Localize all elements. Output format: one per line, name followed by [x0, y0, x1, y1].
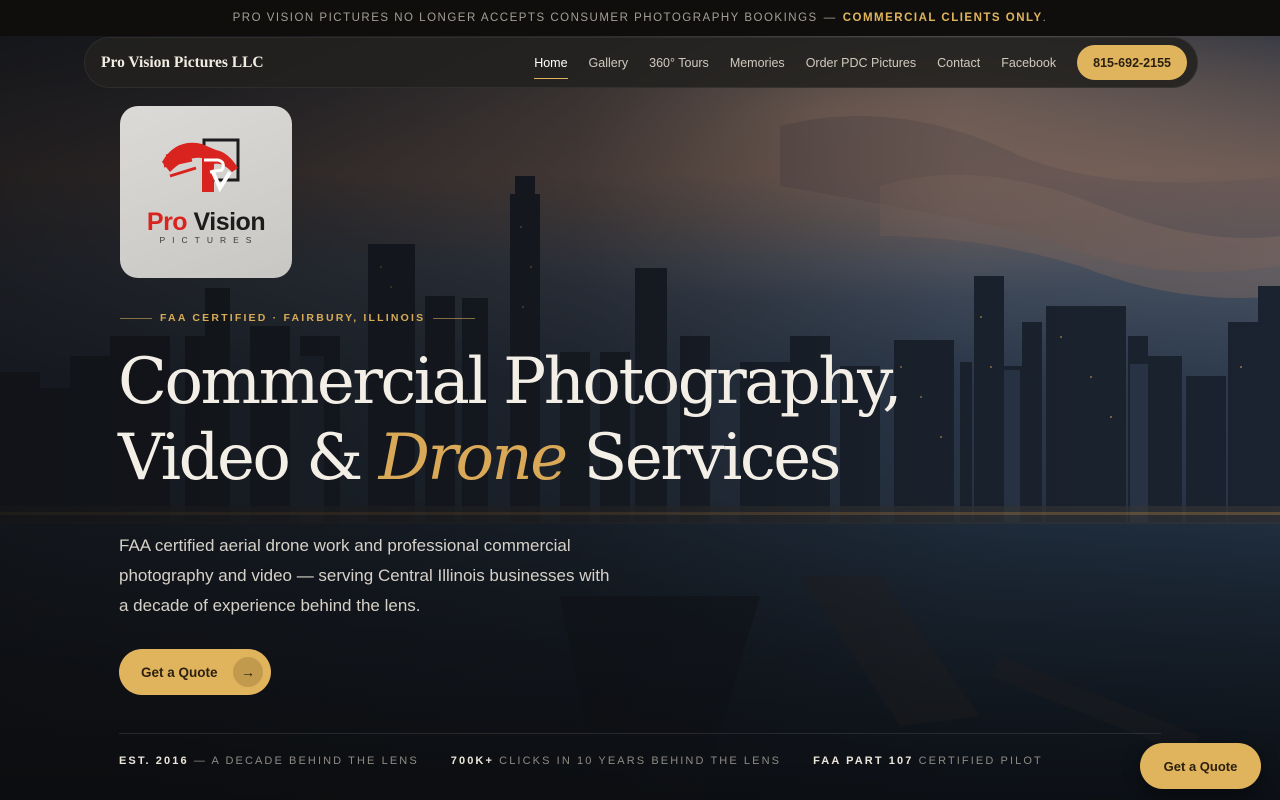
hero-eyebrow: FAA CERTIFIED · FAIRBURY, ILLINOIS	[120, 312, 476, 324]
phone-button[interactable]: 815-692-2155	[1077, 45, 1187, 80]
announcement-text: PRO VISION PICTURES NO LONGER ACCEPTS CO…	[232, 12, 818, 24]
nav-360-tours[interactable]: 360° Tours	[649, 52, 709, 74]
headline-line-2a: Video &	[118, 421, 379, 495]
logo-mark-icon	[162, 138, 240, 192]
announcement-highlight: COMMERCIAL CLIENTS ONLY	[842, 12, 1043, 24]
eyebrow-text: FAA CERTIFIED · FAIRBURY, ILLINOIS	[160, 312, 426, 324]
logo-word-dark: Vision	[193, 207, 266, 236]
eyebrow-line-right	[433, 317, 476, 319]
stat-clicks: 700K+ CLICKS IN 10 YEARS BEHIND THE LENS	[451, 755, 781, 767]
get-quote-button[interactable]: Get a Quote →	[119, 649, 271, 695]
announcement-separator: —	[823, 12, 837, 24]
stats-divider	[119, 733, 1161, 734]
hero-description: FAA certified aerial drone work and prof…	[119, 536, 610, 615]
nav-contact[interactable]: Contact	[937, 52, 980, 74]
nav-gallery[interactable]: Gallery	[589, 52, 629, 74]
nav-memories[interactable]: Memories	[730, 52, 785, 74]
headline-emphasis: Drone	[378, 421, 569, 495]
logo-subtitle: PICTURES	[159, 234, 259, 245]
brand-link[interactable]: Pro Vision Pictures LLC	[101, 54, 264, 72]
stat-established: EST. 2016 — A DECADE BEHIND THE LENS	[119, 755, 419, 767]
stat-established-label: — A DECADE BEHIND THE LENS	[193, 755, 419, 767]
floating-quote-button[interactable]: Get a Quote	[1140, 743, 1261, 789]
stat-established-value: EST. 2016	[119, 755, 189, 767]
stat-clicks-label: CLICKS IN 10 YEARS BEHIND THE LENS	[499, 755, 782, 767]
announcement-tail: .	[1042, 12, 1048, 24]
stat-faa: FAA PART 107 CERTIFIED PILOT	[813, 755, 1043, 767]
logo-word-red: Pro	[146, 207, 188, 236]
logo-wordmark: Pro Vision	[146, 207, 266, 237]
nav-facebook[interactable]: Facebook	[1001, 52, 1056, 74]
eyebrow-line-left	[120, 317, 152, 319]
stat-clicks-value: 700K+	[450, 755, 495, 767]
nav-home[interactable]: Home	[534, 52, 568, 79]
announcement-bar: PRO VISION PICTURES NO LONGER ACCEPTS CO…	[0, 0, 1280, 36]
headline-line-1: Commercial Photography,	[118, 345, 903, 419]
stats-row: EST. 2016 — A DECADE BEHIND THE LENS 700…	[119, 755, 1043, 767]
headline-line-2b: Services	[565, 421, 841, 495]
arrow-right-icon: →	[233, 657, 263, 687]
stat-faa-value: FAA PART 107	[813, 755, 914, 767]
get-quote-label: Get a Quote	[141, 664, 218, 680]
main-navigation: Pro Vision Pictures LLC Home Gallery 360…	[84, 37, 1198, 88]
company-logo: Pro Vision PICTURES	[120, 106, 292, 278]
hero-headline: Commercial Photography, Video & Drone Se…	[118, 344, 903, 496]
nav-menu: Home Gallery 360° Tours Memories Order P…	[534, 52, 1056, 79]
nav-order-pdc-pictures[interactable]: Order PDC Pictures	[806, 52, 916, 74]
stat-faa-label: CERTIFIED PILOT	[918, 755, 1043, 767]
floating-quote-label: Get a Quote	[1163, 758, 1238, 774]
